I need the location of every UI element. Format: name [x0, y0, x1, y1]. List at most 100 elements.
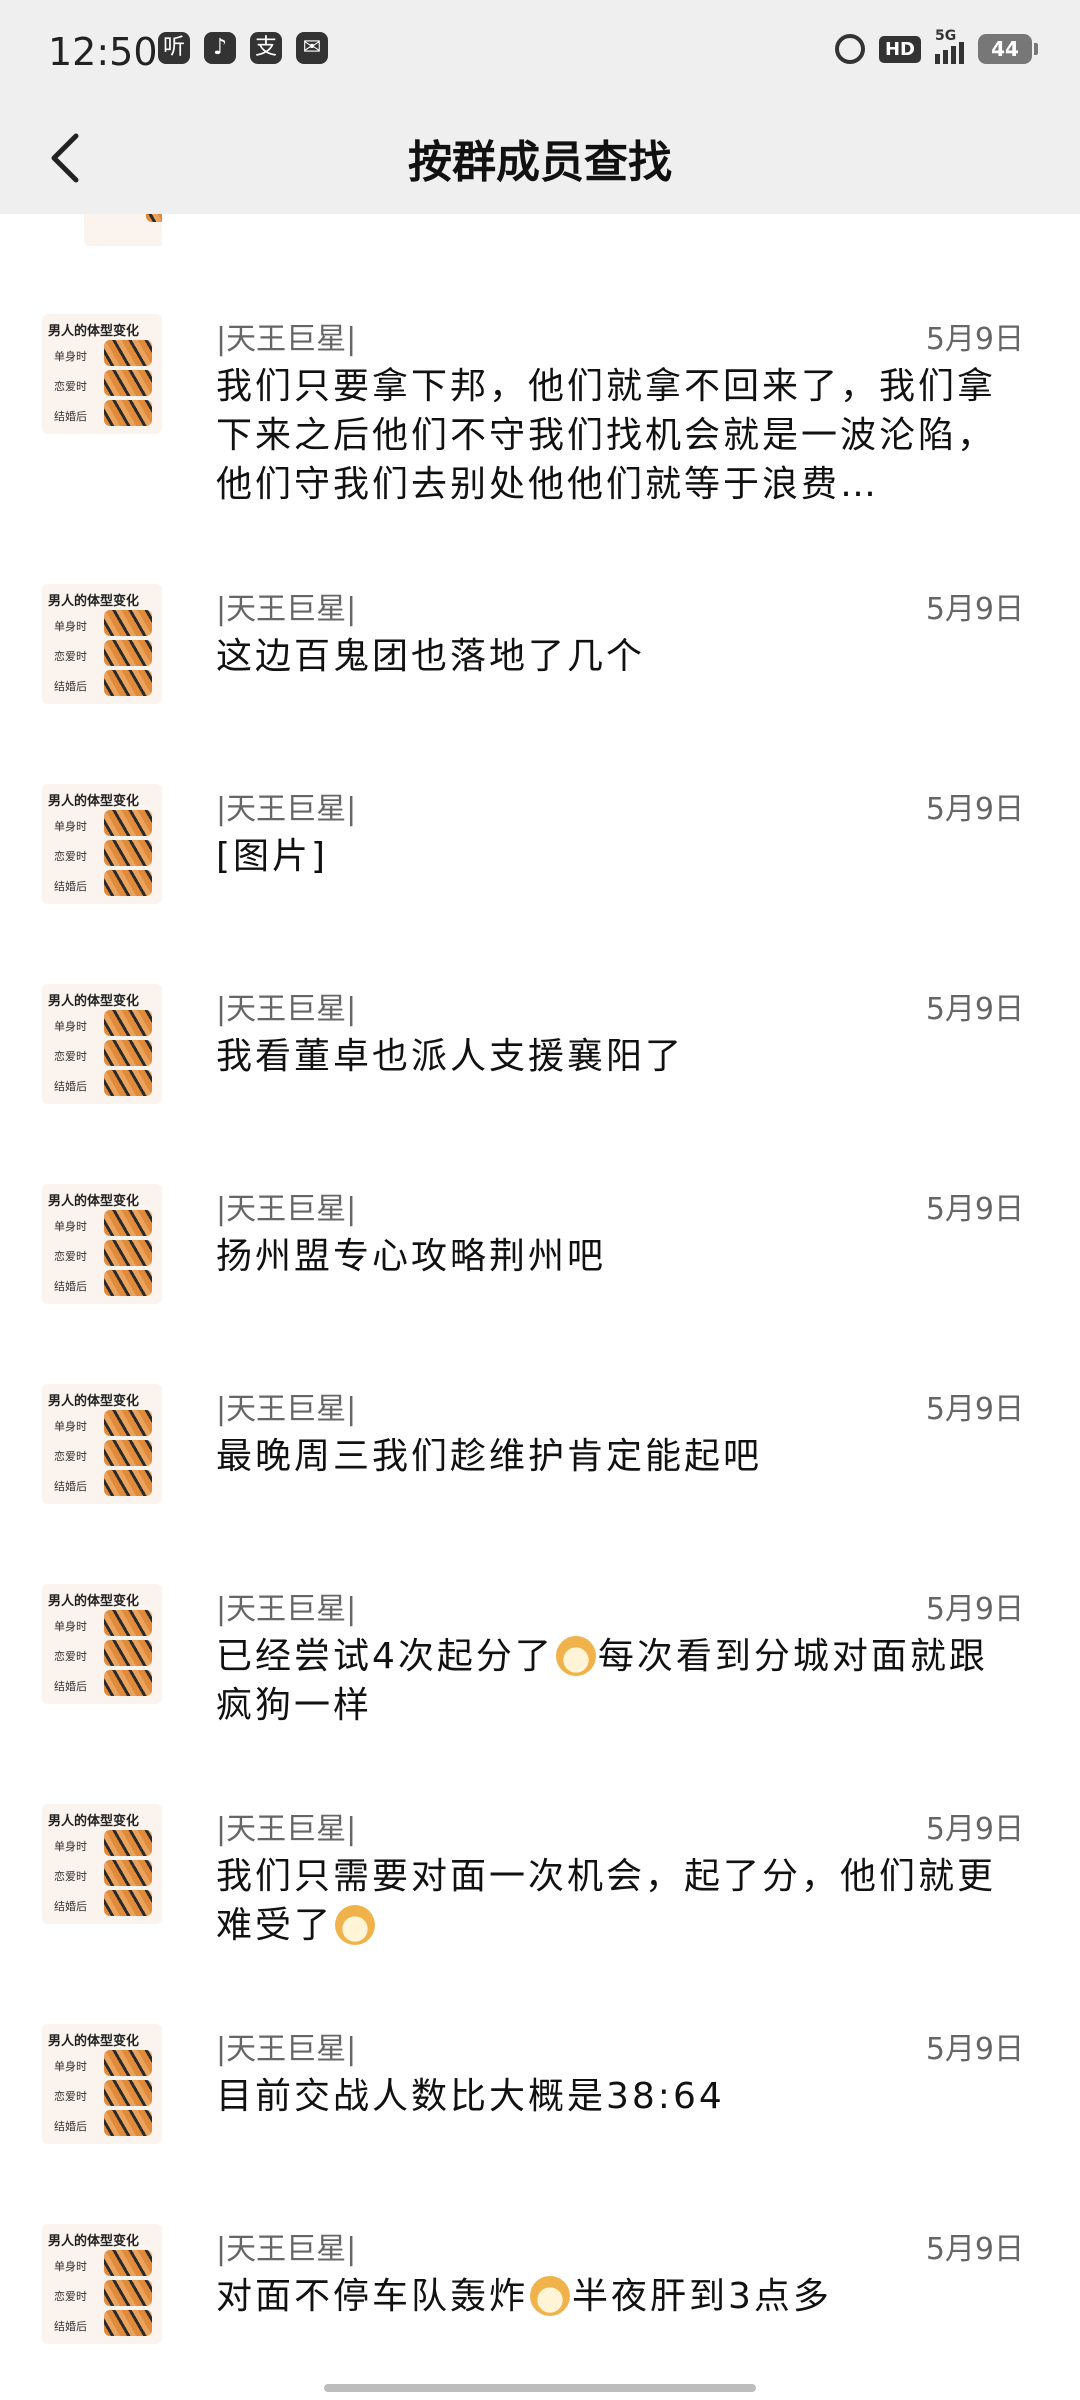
message-text-part: 半夜肝到3点多: [572, 2276, 832, 2317]
tiger-image: [104, 1830, 152, 1856]
message-text: 这边百鬼团也落地了几个: [216, 636, 646, 677]
tiger-image: [104, 1610, 152, 1636]
message-date: 5月9日: [925, 322, 1024, 357]
message-date: 5月9日: [925, 1392, 1024, 1427]
avatar-row: 结婚后: [54, 1280, 87, 1293]
avatar-row: 单身时: [54, 820, 87, 833]
battery-icon: 44: [978, 34, 1038, 64]
avatar-row: 恋爱时: [54, 1050, 87, 1063]
sender-name: |天王巨星|: [216, 992, 357, 1027]
sender-name: |天王巨星|: [216, 2032, 357, 2067]
tiger-image: [104, 340, 152, 366]
message-text-part: 已经尝试4次起分了: [216, 1636, 554, 1677]
avatar-caption: 男人的体型变化: [48, 1594, 140, 1609]
avatar[interactable]: 男人的体型变化 单身时 恋爱时 结婚后: [42, 1184, 162, 1304]
doge-emoji-icon: [530, 2276, 571, 2316]
message-date: 5月9日: [925, 992, 1024, 1027]
tiger-image: [104, 1210, 152, 1236]
network-type: 5G: [935, 28, 957, 44]
sender-name: |天王巨星|: [216, 592, 357, 627]
sender-name: |天王巨星|: [216, 792, 357, 827]
avatar-row: 结婚后: [54, 1680, 87, 1693]
avatar-row: 结婚后: [54, 410, 87, 423]
avatar[interactable]: 男人的体型变化 单身时 恋爱时 结婚后: [42, 784, 162, 904]
avatar-row: 结婚后: [54, 1480, 87, 1493]
avatar-row: 恋爱时: [54, 650, 87, 663]
tiger-image: [104, 1670, 152, 1696]
alarm-icon: [834, 34, 865, 64]
message-date: 5月9日: [925, 1812, 1024, 1847]
avatar[interactable]: 男人的体型变化单身时恋爱时结婚后: [42, 314, 162, 434]
avatar-row: 单身时: [54, 620, 87, 633]
tiger-image: [104, 370, 152, 396]
tiger-image: [104, 1860, 152, 1886]
tiger-image: [104, 1890, 152, 1916]
tiger-image: [104, 1440, 152, 1466]
avatar[interactable]: 男人的体型变化 单身时 恋爱时 结婚后: [42, 1384, 162, 1504]
tiger-image: [104, 2050, 152, 2076]
sender-name: |天王巨星|: [216, 1592, 357, 1627]
message-text: 对面不停车队轰炸 半夜肝到3点多: [216, 2272, 1024, 2321]
message-date: 5月9日: [925, 1192, 1024, 1227]
tiger-image: [104, 2310, 152, 2336]
avatar: [84, 214, 162, 246]
doge-emoji-icon: [335, 1905, 376, 1945]
avatar-row: 单身时: [54, 1620, 87, 1633]
status-time: 12:50: [48, 30, 158, 74]
status-bar: 12:50 听 ♪ 支 ✉ HD 5G 44: [0, 0, 1080, 100]
avatar-caption: 男人的体型变化: [48, 1814, 140, 1829]
sender-name: |天王巨星|: [216, 322, 357, 357]
tiger-image: [104, 610, 152, 636]
avatar-row: 恋爱时: [54, 1250, 87, 1263]
avatar-row: 恋爱时: [54, 1870, 87, 1883]
message-text: 已经尝试4次起分了 每次看到分城对面就跟疯狗一样: [216, 1632, 1024, 1730]
avatar-row: 单身时: [54, 350, 87, 363]
message-date: 5月9日: [925, 1592, 1024, 1627]
avatar-caption: 男人的体型变化: [48, 794, 140, 809]
avatar[interactable]: 男人的体型变化单身时恋爱时结婚后: [42, 984, 162, 1104]
tiger-image: [104, 870, 152, 896]
tiger-image: [104, 2250, 152, 2276]
tiger-image: [104, 2110, 152, 2136]
avatar-row: 结婚后: [54, 680, 87, 693]
avatar-row: 单身时: [54, 1220, 87, 1233]
sender-name: |天王巨星|: [216, 1392, 357, 1427]
avatar-row: 单身时: [54, 2260, 87, 2273]
avatar-caption: 男人的体型变化: [48, 2034, 140, 2049]
avatar[interactable]: 男人的体型变化 单身时 恋爱时 结婚后: [42, 2024, 162, 2144]
tiger-image: [104, 2280, 152, 2306]
avatar-row: 恋爱时: [54, 380, 87, 393]
notification-icons: 听 ♪ 支 ✉: [158, 32, 328, 64]
message-date: 5月9日: [925, 2032, 1024, 2067]
avatar-row: 单身时: [54, 1020, 87, 1033]
avatar[interactable]: 男人的体型变化 单身时 恋爱时 结婚后: [42, 584, 162, 704]
message-text: 扬州盟专心攻略荆州吧: [216, 1236, 607, 1277]
avatar-row: 单身时: [54, 1840, 87, 1853]
message-text: [图片]: [216, 836, 329, 877]
alipay-icon: 支: [250, 32, 282, 64]
avatar-caption: 男人的体型变化: [48, 324, 140, 339]
tiger-image: [104, 1240, 152, 1266]
tiger-image: [104, 640, 152, 666]
avatar-caption: 男人的体型变化: [48, 994, 140, 1009]
avatar[interactable]: 男人的体型变化单身时恋爱时结婚后: [42, 1804, 162, 1924]
avatar-row: 恋爱时: [54, 2290, 87, 2303]
tiger-image: [104, 840, 152, 866]
message-text: 目前交战人数比大概是38:64: [216, 2076, 725, 2117]
home-indicator[interactable]: [324, 2384, 756, 2392]
avatar-row: 单身时: [54, 1420, 87, 1433]
sender-name: |天王巨星|: [216, 2232, 357, 2267]
avatar[interactable]: 男人的体型变化 单身时 恋爱时 结婚后: [42, 1584, 162, 1704]
avatar-row: 结婚后: [54, 1080, 87, 1093]
message-text: 我们只要拿下邦，他们就拿不回来了，我们拿下来之后他们不守我们找机会就是一波沦陷，…: [216, 366, 997, 505]
message-text-part: 我们只需要对面一次机会，起了分，他们就更难受了: [216, 1856, 997, 1946]
message-list[interactable]: 男人的体型变化 单身时 恋爱时 结婚后 |天王巨星| 5月9日 我们只要拿下邦，他们就拿不回…: [0, 214, 1080, 2400]
tiger-image: [104, 1010, 152, 1036]
message-text: 我们只需要对面一次机会，起了分，他们就更难受了: [216, 1852, 1024, 1950]
page-title: 按群成员查找: [408, 137, 672, 188]
avatar-caption: 男人的体型变化: [48, 1394, 140, 1409]
tiger-image: [104, 1410, 152, 1436]
avatar-row: 结婚后: [54, 2120, 87, 2133]
avatar-row: 结婚后: [54, 1900, 87, 1913]
avatar[interactable]: 男人的体型变化 单身时 恋爱时 结婚后: [42, 2224, 162, 2344]
